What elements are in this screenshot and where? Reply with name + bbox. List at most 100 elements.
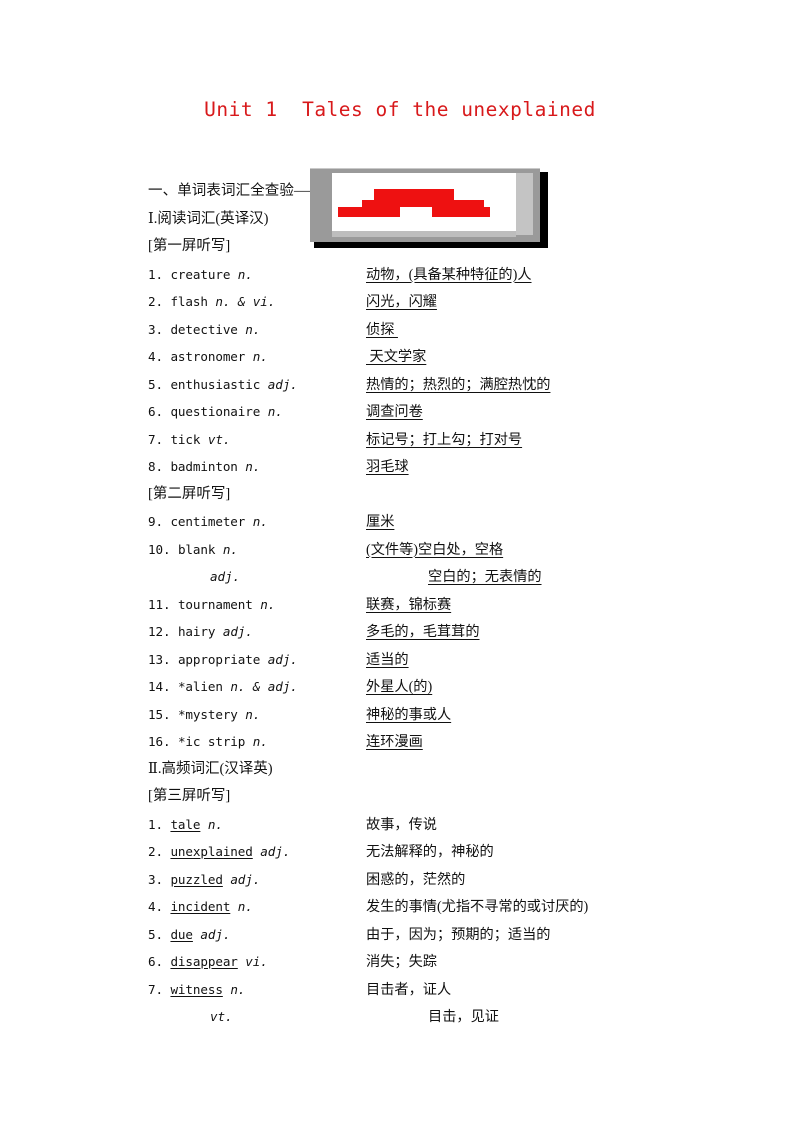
vocab-answer: 羽毛球 [366,459,409,475]
vocab-number: 5. [148,926,163,942]
vocab-term: 9. centimeter n. [148,508,366,536]
document-page: Unit 1 Tales of the unexplained 一、单词表词汇全… [0,0,800,1132]
vocab-prompt: 困惑的，茫然的 [366,871,466,888]
vocab-answer: 热情的；热烈的；满腔热忱的 [366,376,551,393]
vocab-pos: n. [252,349,268,364]
vocab-row: 4. incident n. 发生的事情(尤指不寻常的或讨厌的) [148,893,648,921]
vocab-answer-word: unexplained [170,844,253,859]
vocab-answer: (文件等)空白处，空格 [366,541,504,558]
illustration-shadow-bottom [314,241,548,248]
vocab-word: *mystery [177,706,238,722]
vocab-term: 7. witness n. [148,976,366,1004]
screen-label-3: [第三屏听写] [148,788,231,804]
vocab-word: badminton [170,459,238,474]
vocab-row: 5. enthusiastic adj. 热情的；热烈的；满腔热忱的 [148,371,648,399]
vocab-pos: vi. [245,954,268,969]
vocab-prompt: 发生的事情(尤指不寻常的或讨厌的) [366,899,589,915]
vocab-word: enthusiastic [170,376,261,392]
vocab-number: 4. [148,349,163,364]
vocab-row: 7. tick vt. 标记号；打上勾；打对号 [148,426,648,454]
vocab-word: tournament [177,596,253,612]
vocab-term: 14. *alien n. & adj. [148,673,366,701]
vocab-row: 16. *ic strip n. 连环漫画 [148,728,648,756]
vocab-row: 2. flash n. & vi. 闪光，闪耀 [148,288,648,316]
vocab-pos: n. [245,459,261,474]
vocab-number: 1. [148,816,163,832]
vocab-number: 14. [148,679,171,694]
vocab-answer: 侦探 [366,321,398,338]
vocab-pos: adj. [260,844,291,859]
vocab-number: 13. [148,651,171,667]
subsection-label-high-frequency-vocab: Ⅱ.高频词汇(汉译英) [148,760,273,777]
vocab-answer-word: witness [170,981,223,997]
vocab-term: 6. questionaire n. [148,398,366,426]
vocab-number: 2. [148,844,163,859]
vocab-pos: adj. [210,569,240,584]
vocab-row-continuation: vt. 目击，见证 [148,1003,648,1031]
vocab-term: 16. *ic strip n. [148,728,366,756]
vocab-term: 5. due adj. [148,921,366,949]
vocab-term: 12. hairy adj. [148,618,366,646]
vocab-answer: 神秘的事或人 [366,706,452,723]
vocab-word: flash [170,294,208,309]
vocab-number: 10. [148,541,171,557]
vocab-term: 13. appropriate adj. [148,646,366,674]
vocab-number: 16. [148,734,171,749]
vocab-number: 9. [148,514,163,529]
vocab-row: 6. disappear vi. 消失；失踪 [148,948,648,976]
vocab-pos: adj. [267,651,298,667]
vocab-answer: 联赛，锦标赛 [366,596,452,613]
vocab-pos: vt. [210,1009,233,1024]
vocab-pos: n. [267,404,283,419]
vocab-word: tick [170,431,201,447]
vocab-term: 8. badminton n. [148,453,366,481]
vocab-pos: n. [230,981,246,997]
vocab-term: 2. unexplained adj. [148,838,366,866]
vocab-word: astronomer [170,349,246,364]
vocab-number: 7. [148,981,163,997]
vocab-row: 1. creature n. 动物，(具备某种特征的)人 [148,261,648,289]
vocab-pos: n. [252,514,268,529]
illustration-accent-block [426,189,454,200]
vocab-row: 15. *mystery n. 神秘的事或人 [148,701,648,729]
vocab-word: appropriate [177,651,261,667]
vocab-row: 5. due adj. 由于，因为；预期的；适当的 [148,921,648,949]
vocab-row: 3. puzzled adj. 困惑的，茫然的 [148,866,648,894]
vocab-prompt: 无法解释的，神秘的 [366,844,494,860]
illustration-frame [310,168,540,242]
vocab-pos: n. [237,266,253,282]
vocab-prompt: 消失；失踪 [366,954,437,970]
illustration-tray [332,231,516,237]
vocab-term: 1. tale n. [148,811,366,839]
vocab-number: 4. [148,899,163,914]
illustration-shadow-right [540,172,548,248]
vocab-number: 8. [148,459,163,474]
vocab-answer-word: disappear [170,954,238,969]
screen-label-2: [第二屏听写] [148,485,231,502]
vocab-pos: adj. [267,376,298,392]
vocab-row: 12. hairy adj. 多毛的，毛茸茸的 [148,618,648,646]
vocab-answer-word: puzzled [170,871,223,887]
vocab-pos: n. [245,321,261,337]
vocab-word: creature [170,266,231,282]
vocab-prompt: 目击者，证人 [366,981,452,998]
vocab-pos: adj. [222,624,253,639]
vocab-pos: n. [260,596,276,612]
illustration-sheen [516,173,533,235]
vocab-word: blank [177,541,216,557]
vocab-row: 8. badminton n. 羽毛球 [148,453,648,481]
vocab-word: questionaire [170,404,261,419]
vocab-answer: 标记号；打上勾；打对号 [366,431,523,448]
illustration-accent-block [374,189,426,200]
vocab-term: 5. enthusiastic adj. [148,371,366,399]
illustration-accent-block [362,200,400,207]
vocab-term: 4. incident n. [148,893,366,921]
vocab-number: 2. [148,294,163,309]
page-title: Unit 1 Tales of the unexplained [204,98,596,121]
vocab-term: 6. disappear vi. [148,948,366,976]
vocab-answer: 空白的；无表情的 [428,569,542,585]
vocab-pos: n. [222,541,238,557]
vocab-number: 11. [148,596,171,612]
vocab-number: 1. [148,266,163,282]
vocab-prompt: 目击，见证 [428,1009,499,1025]
